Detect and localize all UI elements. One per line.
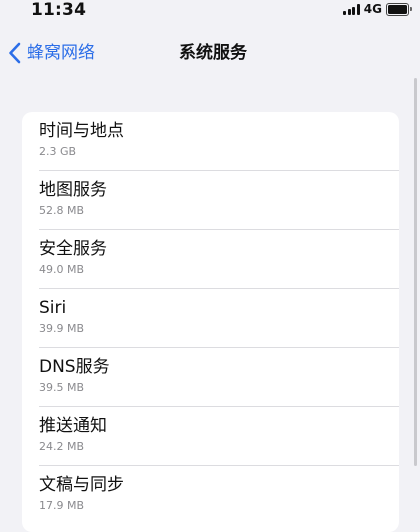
service-data-usage: 52.8 MB (39, 204, 85, 217)
service-name: 时间与地点 (39, 121, 124, 141)
page-title: 系统服务 (179, 43, 247, 63)
list-item[interactable]: 文稿与同步 17.9 MB (22, 466, 399, 525)
battery-icon (386, 2, 412, 16)
status-indicators: 4G (343, 2, 412, 16)
service-data-usage: 49.0 MB (39, 263, 85, 276)
nav-bar: 蜂窝网络 系统服务 (0, 36, 420, 72)
service-name: DNS服务 (39, 357, 110, 377)
service-data-usage: 39.5 MB (39, 381, 85, 394)
service-name: 安全服务 (39, 239, 107, 259)
signal-icon (343, 4, 360, 15)
service-name: Siri (39, 298, 67, 318)
service-name: 推送通知 (39, 416, 107, 436)
network-label: 4G (363, 2, 382, 16)
service-data-usage: 17.9 MB (39, 499, 85, 512)
list-item[interactable]: Siri 39.9 MB (22, 289, 399, 348)
list-item[interactable]: 推送通知 24.2 MB (22, 407, 399, 466)
service-data-usage: 39.9 MB (39, 322, 85, 335)
service-name: 文稿与同步 (39, 475, 124, 495)
list-item[interactable]: 时间与地点 2.3 GB (22, 112, 399, 171)
service-data-usage: 2.3 GB (39, 145, 77, 158)
list-item[interactable]: 地图服务 52.8 MB (22, 171, 399, 230)
status-time: 11:34 (31, 0, 87, 20)
services-list: 时间与地点 2.3 GB 地图服务 52.8 MB 安全服务 49.0 MB S… (22, 112, 399, 532)
status-bar: 11:34 4G (0, 0, 420, 22)
service-name: 地图服务 (39, 180, 107, 200)
list-item[interactable]: 安全服务 49.0 MB (22, 230, 399, 289)
scrollbar[interactable] (414, 78, 417, 466)
list-item[interactable]: DNS服务 39.5 MB (22, 348, 399, 407)
service-data-usage: 24.2 MB (39, 440, 85, 453)
